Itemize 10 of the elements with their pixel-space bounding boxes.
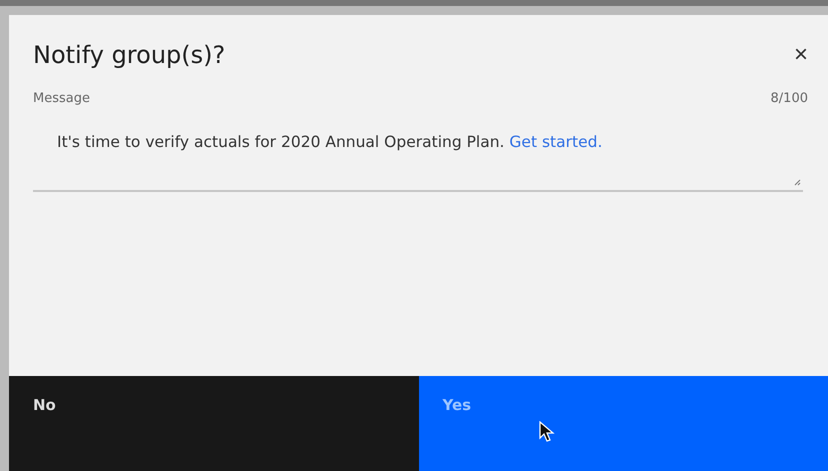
- dialog-title: Notify group(s)?: [33, 41, 226, 69]
- character-counter: 8/100: [770, 91, 808, 106]
- close-button[interactable]: ×: [794, 41, 808, 69]
- pointer-icon: [539, 421, 555, 443]
- message-field[interactable]: It's time to verify actuals for 2020 Annual Operating Plan. Get started.: [33, 122, 803, 192]
- resize-handle-icon[interactable]: [794, 179, 801, 186]
- no-button[interactable]: No: [9, 376, 418, 471]
- message-text: It's time to verify actuals for 2020 Annual Operating Plan. Get started.: [57, 132, 604, 153]
- get-started-link[interactable]: Get started.: [509, 133, 602, 151]
- field-label: Message: [33, 91, 90, 106]
